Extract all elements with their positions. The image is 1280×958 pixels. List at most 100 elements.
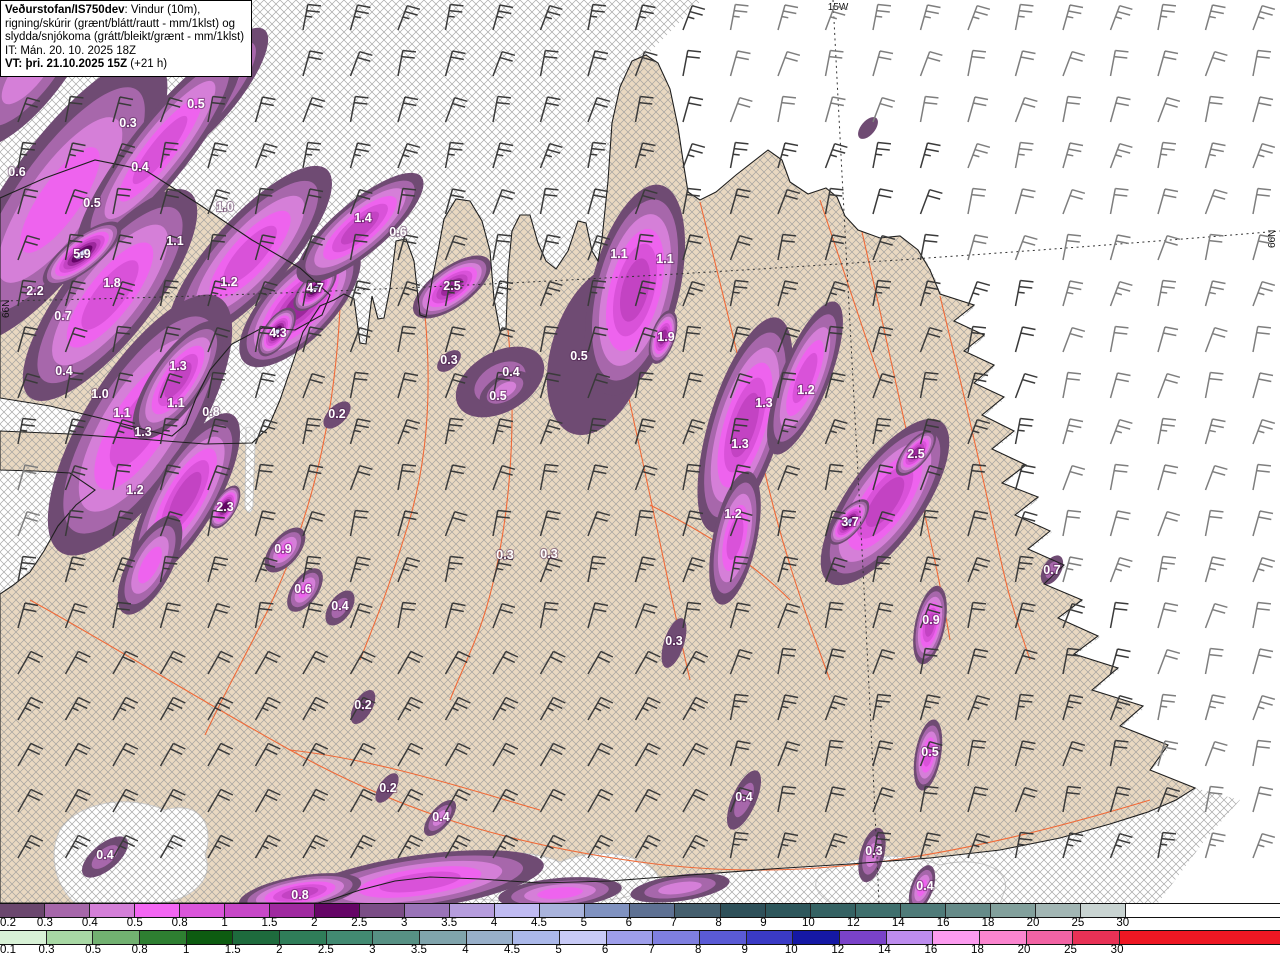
rain-scale-segment	[605, 931, 653, 944]
rain-scale-segment	[512, 931, 560, 944]
sleet-snow-scale-tick-label: 3.5	[441, 917, 458, 929]
model-name: Veðurstofan/IS750dev	[5, 4, 125, 16]
sleet-snow-scale-tick-label: 8	[715, 917, 722, 929]
sleet-snow-scale-tick-label: 2	[311, 917, 318, 929]
precip-value-label: 2.3	[216, 500, 233, 514]
weather-map: 15W 66N 66N 0.50.30.6 0.40.5 1.01.15.91.82…	[0, 0, 1280, 903]
rain-scale-tick-label: 25	[1064, 944, 1077, 956]
rain-scale-segment	[1025, 931, 1073, 944]
sleet-snow-scale-segment	[449, 904, 495, 917]
rain-scale-tick-label: 0.1	[0, 944, 16, 956]
rain-scale-segment	[45, 931, 93, 944]
title-line-2: rigning/skúrir (grænt/blátt/rautt - mm/1…	[5, 17, 236, 30]
sleet-snow-scale-segment	[44, 904, 90, 917]
sleet-snow-scale-tick-label: 10	[802, 917, 815, 929]
rain-scale-segment	[232, 931, 280, 944]
rain-scale-segment	[92, 931, 140, 944]
rain-scale-segment	[465, 931, 513, 944]
precip-value-label: 0.3	[865, 844, 882, 858]
sleet-snow-scale-segment	[89, 904, 135, 917]
precip-value-label: 2.5	[443, 279, 460, 293]
rain-scale-segment	[932, 931, 980, 944]
rain-scale-tick-label: 0.8	[131, 944, 148, 956]
rain-scale-tick-label: 16	[924, 944, 938, 956]
sleet-snow-scale-tick-label: 14	[891, 917, 905, 929]
sleet-snow-scale-tick-label: 25	[1071, 917, 1085, 929]
precip-value-label: 1.9	[657, 330, 674, 344]
rain-scale-tick-label: 1.5	[224, 944, 241, 956]
precip-value-label: 0.4	[55, 364, 72, 378]
rain-scale-segment	[0, 931, 46, 944]
precip-value-label: 0.4	[331, 599, 348, 613]
precip-value-label: 1.0	[91, 387, 108, 401]
sleet-snow-scale-segment	[989, 904, 1035, 917]
sleet-snow-scale-segment	[134, 904, 180, 917]
sleet-snow-scale	[0, 903, 1280, 918]
precip-value-label: 1.3	[731, 437, 748, 451]
precip-value-label: 0.6	[8, 165, 25, 179]
precip-value-label: 1.2	[724, 507, 741, 521]
precip-value-label: 0.5	[570, 349, 587, 363]
sleet-snow-scale-tick-label: 12	[846, 917, 860, 929]
rain-scale-tick-label: 0.5	[85, 944, 102, 956]
sleet-snow-scale-tick-label: 7	[670, 917, 677, 929]
rain-scale-segment	[979, 931, 1026, 944]
precip-value-label: 1.3	[134, 425, 151, 439]
rain-scale-segment	[419, 931, 466, 944]
sleet-snow-scale-segment	[629, 904, 675, 917]
precip-value-label: 0.8	[202, 405, 219, 419]
precip-value-label: 1.1	[610, 247, 627, 261]
sleet-snow-scale-tick-label: 0.3	[36, 917, 53, 929]
precip-value-label: 0.5	[187, 97, 204, 111]
precip-value-label: 0.2	[328, 407, 345, 421]
rain-scale-tick-label: 14	[877, 944, 891, 956]
precip-value-label: 1.2	[797, 383, 814, 397]
precip-value-label: 0.4	[96, 848, 113, 862]
rain-scale-tick-label: 30	[1110, 944, 1124, 956]
sleet-snow-scale-tick-label: 30	[1116, 917, 1130, 929]
precip-value-label: 0.3	[540, 547, 557, 561]
precip-value-label: 1.1	[167, 396, 184, 410]
precip-value-label: 1.2	[220, 275, 237, 289]
sleet-snow-scale-tick-label: 1	[221, 917, 228, 929]
precip-value-label: 0.2	[354, 698, 371, 712]
rain-scale-segment	[325, 931, 373, 944]
rain-scale-tick-label: 9	[741, 944, 748, 956]
rain-scale-segment	[885, 931, 933, 944]
precip-value-label: 0.5	[83, 196, 100, 210]
sleet-snow-scale-tick-label: 0.2	[0, 917, 16, 929]
rain-scale-segment	[185, 931, 233, 944]
rain-scale-tick-label: 6	[601, 944, 609, 956]
rain-scale-segment	[1119, 931, 1280, 944]
rain-scale-segment	[745, 931, 793, 944]
precip-value-label: 4.3	[269, 326, 286, 340]
sleet-snow-scale-segment	[809, 904, 855, 917]
rain-scale-tick-label: 10	[784, 944, 798, 956]
sleet-snow-scale-segment	[899, 904, 945, 917]
precip-value-label: 1.2	[126, 483, 143, 497]
sleet-snow-scale-segment	[584, 904, 630, 917]
sleet-snow-scale-tick-label: 1.5	[261, 917, 278, 929]
precip-value-label: 1.1	[656, 252, 673, 266]
sleet-snow-scale-tick-label: 16	[936, 917, 950, 929]
rain-scale-segment	[699, 931, 746, 944]
sleet-snow-scale-segment	[404, 904, 450, 917]
precip-value-label: 0.6	[389, 225, 406, 239]
precip-value-label: 0.9	[274, 542, 291, 556]
rain-scale-tick-label: 8	[694, 944, 702, 956]
rain-scale-segment	[839, 931, 886, 944]
sleet-snow-scale-segment	[1124, 904, 1280, 917]
precip-value-label: 1.1	[113, 406, 130, 420]
precip-value-label: 0.4	[131, 160, 148, 174]
precip-value-label: 0.5	[489, 389, 506, 403]
precip-value-label: 0.7	[54, 309, 71, 323]
precip-value-label: 1.3	[755, 396, 772, 410]
rain-scale-tick-label: 0.3	[38, 944, 55, 956]
sleet-snow-scale-tick-label: 0.5	[126, 917, 143, 929]
sleet-snow-scale-tick-label: 9	[760, 917, 767, 929]
sleet-snow-scale-ticks: 0.2 0.3 0.4 0.5 0.8 1 1.5 2 2.5 3 3.5 4 4.5 5 6 7 8 9 10 12…	[0, 917, 1280, 930]
valid-time: VT: þri. 21.10.2025 15Z (+21 h)	[5, 58, 168, 71]
precip-value-label: 0.3	[119, 116, 136, 130]
precip-value-label: 4.7	[306, 281, 323, 295]
sleet-snow-scale-segment	[269, 904, 315, 917]
